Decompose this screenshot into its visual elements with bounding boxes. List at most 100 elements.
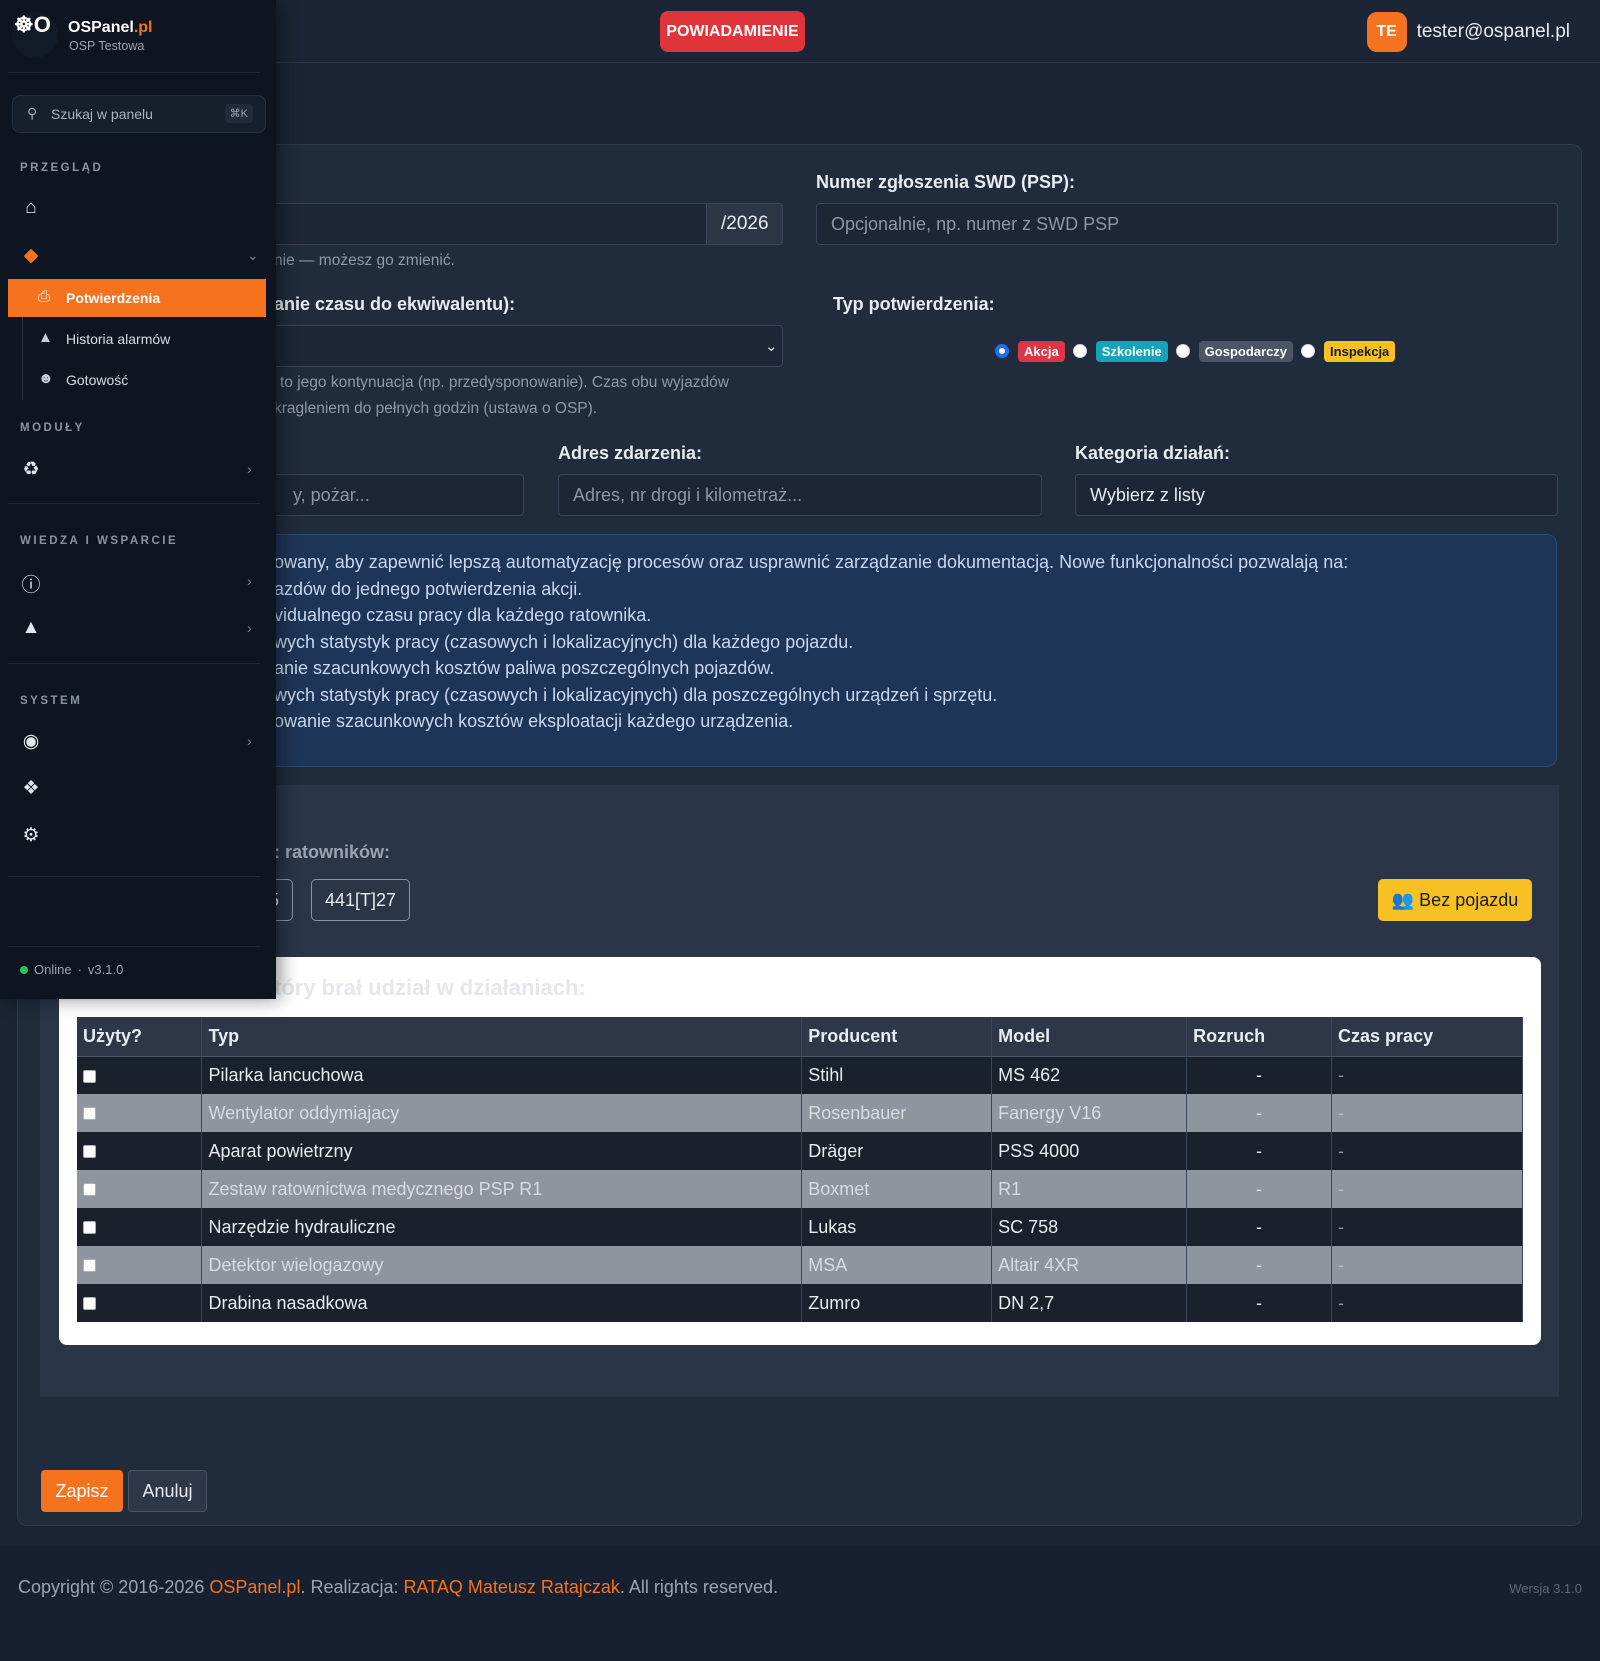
badge-szkolenie: Szkolenie	[1095, 340, 1168, 362]
bell-icon[interactable]: ◆	[20, 244, 42, 267]
continuation-label: anie czasu do ekwiwalentu):	[274, 294, 516, 314]
sidebar-item-historia-alarmow[interactable]: ▲ Historia alarmów	[8, 320, 266, 358]
user-email[interactable]: tester@ospanel.pl	[1417, 21, 1570, 43]
radio-akcja[interactable]	[995, 344, 1009, 358]
continuation-help-1: to jego kontynuacja (np. przedysponowani…	[280, 374, 729, 391]
save-button[interactable]: Zapisz	[41, 1470, 123, 1512]
section-overview: PRZEGLĄD	[20, 162, 104, 174]
online-dot	[20, 965, 28, 974]
cell-typ: Drabina nasadkowa	[201, 1284, 803, 1322]
chevron-right-icon[interactable]: ›	[247, 461, 252, 477]
used-checkbox[interactable]	[83, 1297, 96, 1311]
used-checkbox[interactable]	[83, 1069, 96, 1083]
chevron-right-icon[interactable]: ›	[247, 733, 252, 749]
footer: Copyright © 2016-2026 OSPanel.pl. Realiz…	[0, 1546, 1600, 1661]
address-input[interactable]: Adres, nr drogi i kilometraż...	[558, 474, 1042, 516]
cell-czas: -	[1331, 1056, 1523, 1094]
brand-link[interactable]: OSPanel.pl	[209, 1577, 300, 1597]
printer-icon: ⎙	[38, 288, 51, 305]
cell-czas: -	[1331, 1132, 1523, 1170]
handshake-icon[interactable]: ❖	[20, 777, 42, 800]
sidebar-search[interactable]: ⚲ Szukaj w panelu ⌘K	[12, 95, 266, 133]
search-shortcut: ⌘K	[224, 104, 253, 123]
radio-szkolenie[interactable]	[1072, 344, 1087, 358]
info-icon[interactable]: ⓘ	[20, 570, 42, 597]
section-system: SYSTEM	[20, 695, 83, 707]
copyright: Copyright © 2016-2026 OSPanel.pl. Realiz…	[18, 1577, 778, 1597]
fire-extinguisher-icon[interactable]: ♻	[20, 458, 42, 481]
report-year-addon: /2026	[706, 203, 783, 245]
table-header-row: Użyty? Typ Producent Model Rozruch Czas …	[77, 1017, 1523, 1057]
used-checkbox[interactable]	[83, 1145, 96, 1159]
used-checkbox-cell	[77, 1246, 203, 1284]
cell-rozruch: -	[1186, 1094, 1333, 1132]
cell-rozruch: -	[1186, 1246, 1333, 1284]
cell-rozruch: -	[1186, 1284, 1333, 1322]
user-menu[interactable]: TE tester@ospanel.pl	[1366, 11, 1570, 52]
sidebar: ☸O OSPanel.pl OSP Testowa ⚲ Szukaj w pan…	[0, 0, 276, 999]
brand-unit: OSP Testowa	[69, 39, 145, 53]
column-header: Producent	[801, 1017, 993, 1057]
cell-czas: -	[1331, 1094, 1523, 1132]
cell-typ: Narzędzie hydrauliczne	[201, 1208, 803, 1246]
type-radio-group: Akcja Szkolenie Gospodarczy Inspekcja	[995, 340, 1403, 362]
table-row: Wentylator oddymiajacy Rosenbauer Fanerg…	[77, 1094, 1523, 1132]
graduation-cap-icon[interactable]: ▲	[20, 617, 42, 639]
cell-model: R1	[991, 1170, 1188, 1208]
equipment-title: tóry brał udział w działaniach:	[274, 975, 586, 1000]
cell-producent: MSA	[801, 1246, 993, 1284]
used-checkbox-cell	[77, 1132, 203, 1170]
cell-typ: Aparat powietrzny	[201, 1132, 803, 1170]
cell-rozruch: -	[1186, 1170, 1333, 1208]
brand-name: OSPanel.pl	[68, 19, 153, 36]
brand-logo[interactable]: ☸O	[12, 12, 58, 58]
home-icon[interactable]: ⌂	[20, 197, 42, 219]
cell-producent: Boxmet	[801, 1170, 993, 1208]
cell-czas: -	[1331, 1284, 1523, 1322]
divider	[8, 72, 260, 73]
continuation-help-2: kragleniem do pełnych godzin (ustawa o O…	[274, 400, 598, 417]
notification-button[interactable]: POWIADAMIENIE	[660, 11, 805, 52]
column-header: Użyty?	[77, 1017, 203, 1057]
radio-inspekcja[interactable]	[1301, 344, 1316, 358]
section-knowledge: WIEDZA I WSPARCIE	[20, 535, 179, 547]
used-checkbox-cell	[77, 1094, 203, 1132]
used-checkbox[interactable]	[83, 1259, 96, 1273]
sidebar-item-gotowosc[interactable]: ☻ Gotowość	[8, 361, 266, 399]
chevron-down-icon[interactable]: ⌄	[247, 247, 259, 264]
info-line: anie szacunkowych kosztów paliwa poszcze…	[274, 658, 775, 678]
swd-number-input[interactable]: Opcjonalnie, np. numer z SWD PSP	[816, 203, 1558, 245]
status-indicator: Online · v3.1.0	[20, 962, 123, 977]
chevron-right-icon[interactable]: ›	[247, 620, 252, 636]
no-vehicle-button[interactable]: 👥 Bez pojazdu	[1378, 879, 1532, 921]
info-line: owanie szacunkowych kosztów eksploatacji…	[274, 711, 794, 731]
gear-icon[interactable]: ⚙	[20, 824, 42, 847]
used-checkbox[interactable]	[83, 1221, 96, 1235]
sidebar-item-potwierdzenia[interactable]: ⎙ Potwierdzenia	[8, 279, 266, 317]
cancel-button[interactable]: Anuluj	[128, 1470, 207, 1512]
cell-czas: -	[1331, 1170, 1523, 1208]
category-select[interactable]: Wybierz z listy	[1075, 474, 1558, 516]
divider	[8, 946, 260, 947]
avatar[interactable]: TE	[1366, 11, 1407, 52]
radio-gospodarczy[interactable]	[1175, 344, 1190, 358]
vehicle-button[interactable]: 441[T]27	[311, 879, 411, 921]
cell-typ: Zestaw ratownictwa medycznego PSP R1	[201, 1170, 803, 1208]
type-label: Typ potwierdzenia:	[833, 294, 995, 314]
badge-inspekcja: Inspekcja	[1324, 340, 1396, 362]
cell-rozruch: -	[1186, 1132, 1333, 1170]
cell-model: Altair 4XR	[991, 1246, 1188, 1284]
used-checkbox[interactable]	[83, 1183, 96, 1197]
info-line: azdów do jednego potwierdzenia akcji.	[274, 579, 583, 599]
used-checkbox-cell	[77, 1284, 203, 1322]
globe-icon[interactable]: ◉	[20, 730, 42, 753]
used-checkbox[interactable]	[83, 1107, 96, 1121]
cell-typ: Wentylator oddymiajacy	[201, 1094, 803, 1132]
column-header: Rozruch	[1186, 1017, 1333, 1057]
used-checkbox-cell	[77, 1170, 203, 1208]
report-number-help: nie — możesz go zmienić.	[274, 252, 455, 269]
chevron-right-icon[interactable]: ›	[247, 573, 252, 589]
column-header: Model	[991, 1017, 1188, 1057]
author-link[interactable]: RATAQ Mateusz Ratajczak	[404, 1577, 620, 1597]
cell-typ: Detektor wielogazowy	[201, 1246, 803, 1284]
